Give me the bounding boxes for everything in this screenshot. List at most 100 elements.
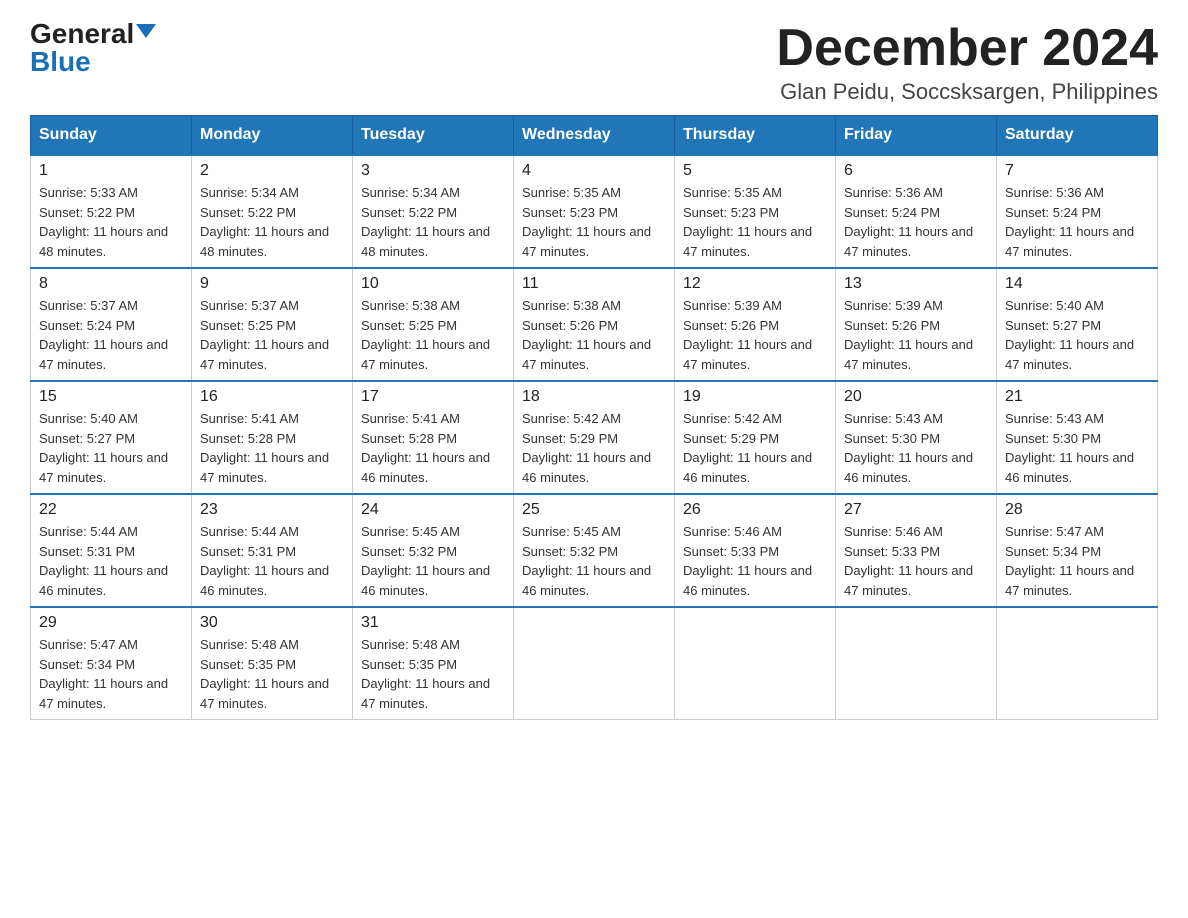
calendar-cell: 18 Sunrise: 5:42 AMSunset: 5:29 PMDaylig… bbox=[514, 381, 675, 494]
logo-triangle-icon bbox=[136, 24, 156, 38]
calendar-cell: 2 Sunrise: 5:34 AMSunset: 5:22 PMDayligh… bbox=[192, 155, 353, 268]
calendar-cell: 14 Sunrise: 5:40 AMSunset: 5:27 PMDaylig… bbox=[997, 268, 1158, 381]
day-number: 30 bbox=[200, 614, 344, 632]
day-number: 9 bbox=[200, 275, 344, 293]
week-row-2: 8 Sunrise: 5:37 AMSunset: 5:24 PMDayligh… bbox=[31, 268, 1158, 381]
day-info: Sunrise: 5:43 AMSunset: 5:30 PMDaylight:… bbox=[1005, 411, 1134, 485]
header-friday: Friday bbox=[836, 116, 997, 156]
calendar-cell: 7 Sunrise: 5:36 AMSunset: 5:24 PMDayligh… bbox=[997, 155, 1158, 268]
day-info: Sunrise: 5:44 AMSunset: 5:31 PMDaylight:… bbox=[200, 524, 329, 598]
calendar-cell: 23 Sunrise: 5:44 AMSunset: 5:31 PMDaylig… bbox=[192, 494, 353, 607]
day-info: Sunrise: 5:40 AMSunset: 5:27 PMDaylight:… bbox=[39, 411, 168, 485]
calendar-cell: 16 Sunrise: 5:41 AMSunset: 5:28 PMDaylig… bbox=[192, 381, 353, 494]
calendar-cell: 13 Sunrise: 5:39 AMSunset: 5:26 PMDaylig… bbox=[836, 268, 997, 381]
day-info: Sunrise: 5:34 AMSunset: 5:22 PMDaylight:… bbox=[361, 185, 490, 259]
month-title: December 2024 bbox=[776, 20, 1158, 77]
location-title: Glan Peidu, Soccsksargen, Philippines bbox=[776, 79, 1158, 105]
day-number: 12 bbox=[683, 275, 827, 293]
calendar-cell: 24 Sunrise: 5:45 AMSunset: 5:32 PMDaylig… bbox=[353, 494, 514, 607]
day-info: Sunrise: 5:47 AMSunset: 5:34 PMDaylight:… bbox=[1005, 524, 1134, 598]
calendar-cell: 22 Sunrise: 5:44 AMSunset: 5:31 PMDaylig… bbox=[31, 494, 192, 607]
day-number: 29 bbox=[39, 614, 183, 632]
week-row-1: 1 Sunrise: 5:33 AMSunset: 5:22 PMDayligh… bbox=[31, 155, 1158, 268]
calendar-cell: 20 Sunrise: 5:43 AMSunset: 5:30 PMDaylig… bbox=[836, 381, 997, 494]
day-number: 17 bbox=[361, 388, 505, 406]
calendar-cell: 15 Sunrise: 5:40 AMSunset: 5:27 PMDaylig… bbox=[31, 381, 192, 494]
day-number: 20 bbox=[844, 388, 988, 406]
calendar-cell bbox=[675, 607, 836, 720]
day-number: 15 bbox=[39, 388, 183, 406]
day-number: 4 bbox=[522, 162, 666, 180]
header-thursday: Thursday bbox=[675, 116, 836, 156]
day-number: 26 bbox=[683, 501, 827, 519]
day-number: 1 bbox=[39, 162, 183, 180]
header-row: SundayMondayTuesdayWednesdayThursdayFrid… bbox=[31, 116, 1158, 156]
calendar-cell: 9 Sunrise: 5:37 AMSunset: 5:25 PMDayligh… bbox=[192, 268, 353, 381]
calendar-cell: 4 Sunrise: 5:35 AMSunset: 5:23 PMDayligh… bbox=[514, 155, 675, 268]
week-row-3: 15 Sunrise: 5:40 AMSunset: 5:27 PMDaylig… bbox=[31, 381, 1158, 494]
day-info: Sunrise: 5:33 AMSunset: 5:22 PMDaylight:… bbox=[39, 185, 168, 259]
day-number: 10 bbox=[361, 275, 505, 293]
day-info: Sunrise: 5:38 AMSunset: 5:25 PMDaylight:… bbox=[361, 298, 490, 372]
page-header: General Blue December 2024 Glan Peidu, S… bbox=[30, 20, 1158, 105]
day-number: 18 bbox=[522, 388, 666, 406]
day-info: Sunrise: 5:42 AMSunset: 5:29 PMDaylight:… bbox=[522, 411, 651, 485]
calendar-cell: 29 Sunrise: 5:47 AMSunset: 5:34 PMDaylig… bbox=[31, 607, 192, 720]
day-info: Sunrise: 5:38 AMSunset: 5:26 PMDaylight:… bbox=[522, 298, 651, 372]
day-info: Sunrise: 5:37 AMSunset: 5:24 PMDaylight:… bbox=[39, 298, 168, 372]
calendar-cell: 3 Sunrise: 5:34 AMSunset: 5:22 PMDayligh… bbox=[353, 155, 514, 268]
calendar-cell: 30 Sunrise: 5:48 AMSunset: 5:35 PMDaylig… bbox=[192, 607, 353, 720]
day-number: 8 bbox=[39, 275, 183, 293]
calendar-table: SundayMondayTuesdayWednesdayThursdayFrid… bbox=[30, 115, 1158, 720]
day-info: Sunrise: 5:46 AMSunset: 5:33 PMDaylight:… bbox=[844, 524, 973, 598]
header-tuesday: Tuesday bbox=[353, 116, 514, 156]
header-sunday: Sunday bbox=[31, 116, 192, 156]
day-info: Sunrise: 5:42 AMSunset: 5:29 PMDaylight:… bbox=[683, 411, 812, 485]
day-info: Sunrise: 5:46 AMSunset: 5:33 PMDaylight:… bbox=[683, 524, 812, 598]
day-number: 21 bbox=[1005, 388, 1149, 406]
day-number: 25 bbox=[522, 501, 666, 519]
day-number: 6 bbox=[844, 162, 988, 180]
day-number: 5 bbox=[683, 162, 827, 180]
logo-general-text: General bbox=[30, 20, 134, 48]
day-info: Sunrise: 5:39 AMSunset: 5:26 PMDaylight:… bbox=[683, 298, 812, 372]
calendar-cell bbox=[997, 607, 1158, 720]
day-number: 31 bbox=[361, 614, 505, 632]
day-info: Sunrise: 5:40 AMSunset: 5:27 PMDaylight:… bbox=[1005, 298, 1134, 372]
calendar-cell: 10 Sunrise: 5:38 AMSunset: 5:25 PMDaylig… bbox=[353, 268, 514, 381]
calendar-cell: 5 Sunrise: 5:35 AMSunset: 5:23 PMDayligh… bbox=[675, 155, 836, 268]
calendar-cell: 27 Sunrise: 5:46 AMSunset: 5:33 PMDaylig… bbox=[836, 494, 997, 607]
day-number: 19 bbox=[683, 388, 827, 406]
calendar-cell: 21 Sunrise: 5:43 AMSunset: 5:30 PMDaylig… bbox=[997, 381, 1158, 494]
day-info: Sunrise: 5:44 AMSunset: 5:31 PMDaylight:… bbox=[39, 524, 168, 598]
header-monday: Monday bbox=[192, 116, 353, 156]
calendar-cell: 25 Sunrise: 5:45 AMSunset: 5:32 PMDaylig… bbox=[514, 494, 675, 607]
day-info: Sunrise: 5:47 AMSunset: 5:34 PMDaylight:… bbox=[39, 637, 168, 711]
calendar-cell: 19 Sunrise: 5:42 AMSunset: 5:29 PMDaylig… bbox=[675, 381, 836, 494]
header-saturday: Saturday bbox=[997, 116, 1158, 156]
day-info: Sunrise: 5:34 AMSunset: 5:22 PMDaylight:… bbox=[200, 185, 329, 259]
calendar-cell: 12 Sunrise: 5:39 AMSunset: 5:26 PMDaylig… bbox=[675, 268, 836, 381]
day-info: Sunrise: 5:39 AMSunset: 5:26 PMDaylight:… bbox=[844, 298, 973, 372]
calendar-cell: 26 Sunrise: 5:46 AMSunset: 5:33 PMDaylig… bbox=[675, 494, 836, 607]
day-number: 28 bbox=[1005, 501, 1149, 519]
day-info: Sunrise: 5:36 AMSunset: 5:24 PMDaylight:… bbox=[844, 185, 973, 259]
day-info: Sunrise: 5:41 AMSunset: 5:28 PMDaylight:… bbox=[361, 411, 490, 485]
day-info: Sunrise: 5:36 AMSunset: 5:24 PMDaylight:… bbox=[1005, 185, 1134, 259]
day-number: 7 bbox=[1005, 162, 1149, 180]
day-info: Sunrise: 5:48 AMSunset: 5:35 PMDaylight:… bbox=[361, 637, 490, 711]
calendar-cell: 1 Sunrise: 5:33 AMSunset: 5:22 PMDayligh… bbox=[31, 155, 192, 268]
calendar-cell bbox=[514, 607, 675, 720]
day-info: Sunrise: 5:41 AMSunset: 5:28 PMDaylight:… bbox=[200, 411, 329, 485]
day-number: 23 bbox=[200, 501, 344, 519]
day-number: 13 bbox=[844, 275, 988, 293]
calendar-cell: 17 Sunrise: 5:41 AMSunset: 5:28 PMDaylig… bbox=[353, 381, 514, 494]
calendar-cell: 28 Sunrise: 5:47 AMSunset: 5:34 PMDaylig… bbox=[997, 494, 1158, 607]
day-number: 11 bbox=[522, 275, 666, 293]
calendar-cell: 31 Sunrise: 5:48 AMSunset: 5:35 PMDaylig… bbox=[353, 607, 514, 720]
day-info: Sunrise: 5:35 AMSunset: 5:23 PMDaylight:… bbox=[683, 185, 812, 259]
calendar-cell: 8 Sunrise: 5:37 AMSunset: 5:24 PMDayligh… bbox=[31, 268, 192, 381]
logo-blue-text: Blue bbox=[30, 48, 91, 76]
day-number: 2 bbox=[200, 162, 344, 180]
calendar-cell bbox=[836, 607, 997, 720]
